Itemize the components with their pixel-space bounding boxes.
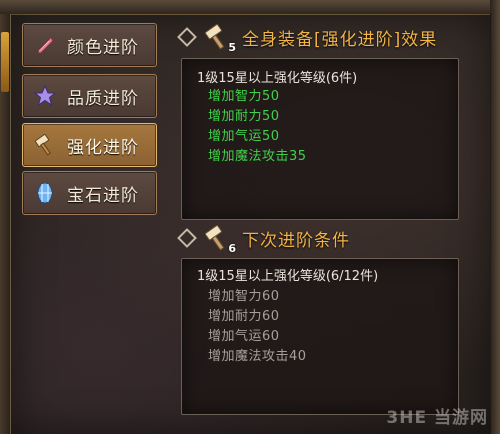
feather-icon <box>33 33 57 57</box>
stat-line: 增加魔法攻击35 <box>208 149 307 164</box>
star-icon <box>33 84 57 108</box>
section-title: 全身装备[强化进阶]效果 <box>242 29 438 50</box>
stat-line: 增加耐力50 <box>208 109 280 124</box>
stat-line: 增加智力60 <box>208 289 280 304</box>
stat-line: 增加气运50 <box>208 129 280 144</box>
top-frame-bar <box>0 0 500 15</box>
tab-label: 品质进阶 <box>67 88 139 109</box>
diamond-bullet-icon <box>177 228 197 248</box>
hammer-level-badge: 6 <box>202 224 236 255</box>
right-frame-edge <box>490 0 500 434</box>
hammer-level-badge: 5 <box>202 23 236 54</box>
stat-line: 增加耐力60 <box>208 309 280 324</box>
tab-label: 强化进阶 <box>67 137 139 158</box>
tab-quality-advance[interactable]: 品质进阶 <box>22 74 157 118</box>
tab-label: 颜色进阶 <box>67 37 139 58</box>
tassel-ornament <box>1 32 9 92</box>
stat-line: 增加魔法攻击40 <box>208 349 307 364</box>
stat-line: 增加智力50 <box>208 89 280 104</box>
gem-icon <box>33 181 57 205</box>
next-condition-panel: 1级15星以上强化等级(6/12件) 增加智力60 增加耐力60 增加气运60 … <box>181 258 459 415</box>
section-title: 下次进阶条件 <box>242 230 350 251</box>
tab-enhance-advance[interactable]: 强化进阶 <box>22 123 157 167</box>
badge-level-number: 6 <box>228 242 236 255</box>
requirement-text: 1级15星以上强化等级(6/12件) <box>197 269 379 284</box>
next-condition-header: 6 下次进阶条件 <box>177 224 350 255</box>
stat-line: 增加气运60 <box>208 329 280 344</box>
current-effect-header: 5 全身装备[强化进阶]效果 <box>177 23 438 54</box>
hammer-icon <box>33 133 57 157</box>
left-frame-edge <box>0 14 10 434</box>
current-effect-panel: 1级15星以上强化等级(6件) 增加智力50 增加耐力50 增加气运50 增加魔… <box>181 58 459 220</box>
tab-label: 宝石进阶 <box>67 185 139 206</box>
requirement-text: 1级15星以上强化等级(6件) <box>197 71 358 86</box>
badge-level-number: 5 <box>228 41 236 54</box>
site-watermark: 3HE 当游网 <box>386 408 488 428</box>
tab-color-advance[interactable]: 颜色进阶 <box>22 23 157 67</box>
tab-gem-advance[interactable]: 宝石进阶 <box>22 171 157 215</box>
diamond-bullet-icon <box>177 27 197 47</box>
